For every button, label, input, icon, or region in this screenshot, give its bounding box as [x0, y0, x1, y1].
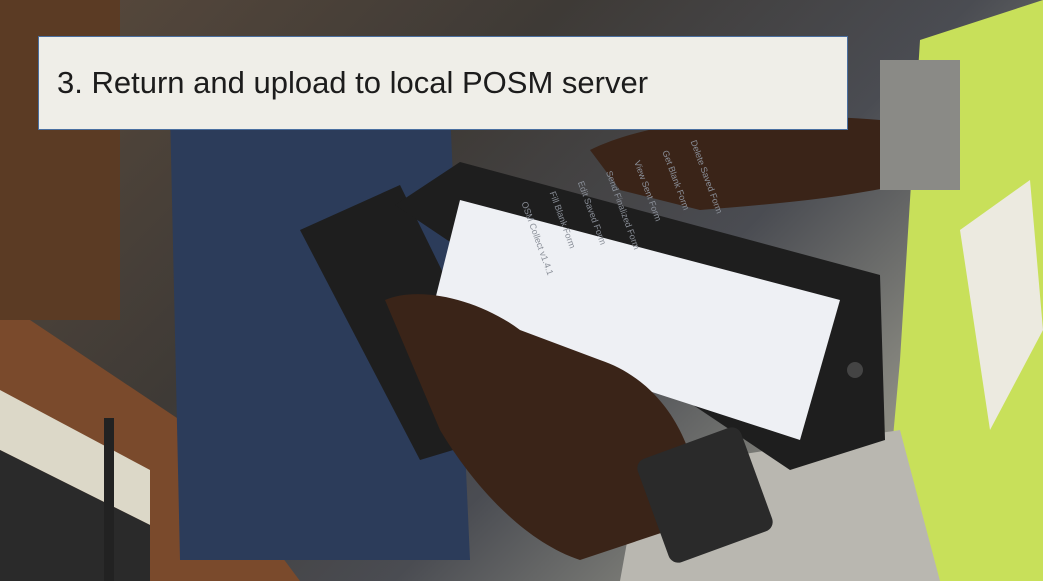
- caption-text: 3. Return and upload to local POSM serve…: [57, 65, 649, 100]
- photo-scene: OSM Collect v1.4.1 Fill Blank Form Edit …: [0, 0, 1043, 581]
- tablet-home-button: [847, 362, 863, 378]
- caption-box: 3. Return and upload to local POSM serve…: [38, 36, 848, 130]
- upper-sleeve: [880, 60, 960, 190]
- router-antenna-icon: [104, 418, 114, 581]
